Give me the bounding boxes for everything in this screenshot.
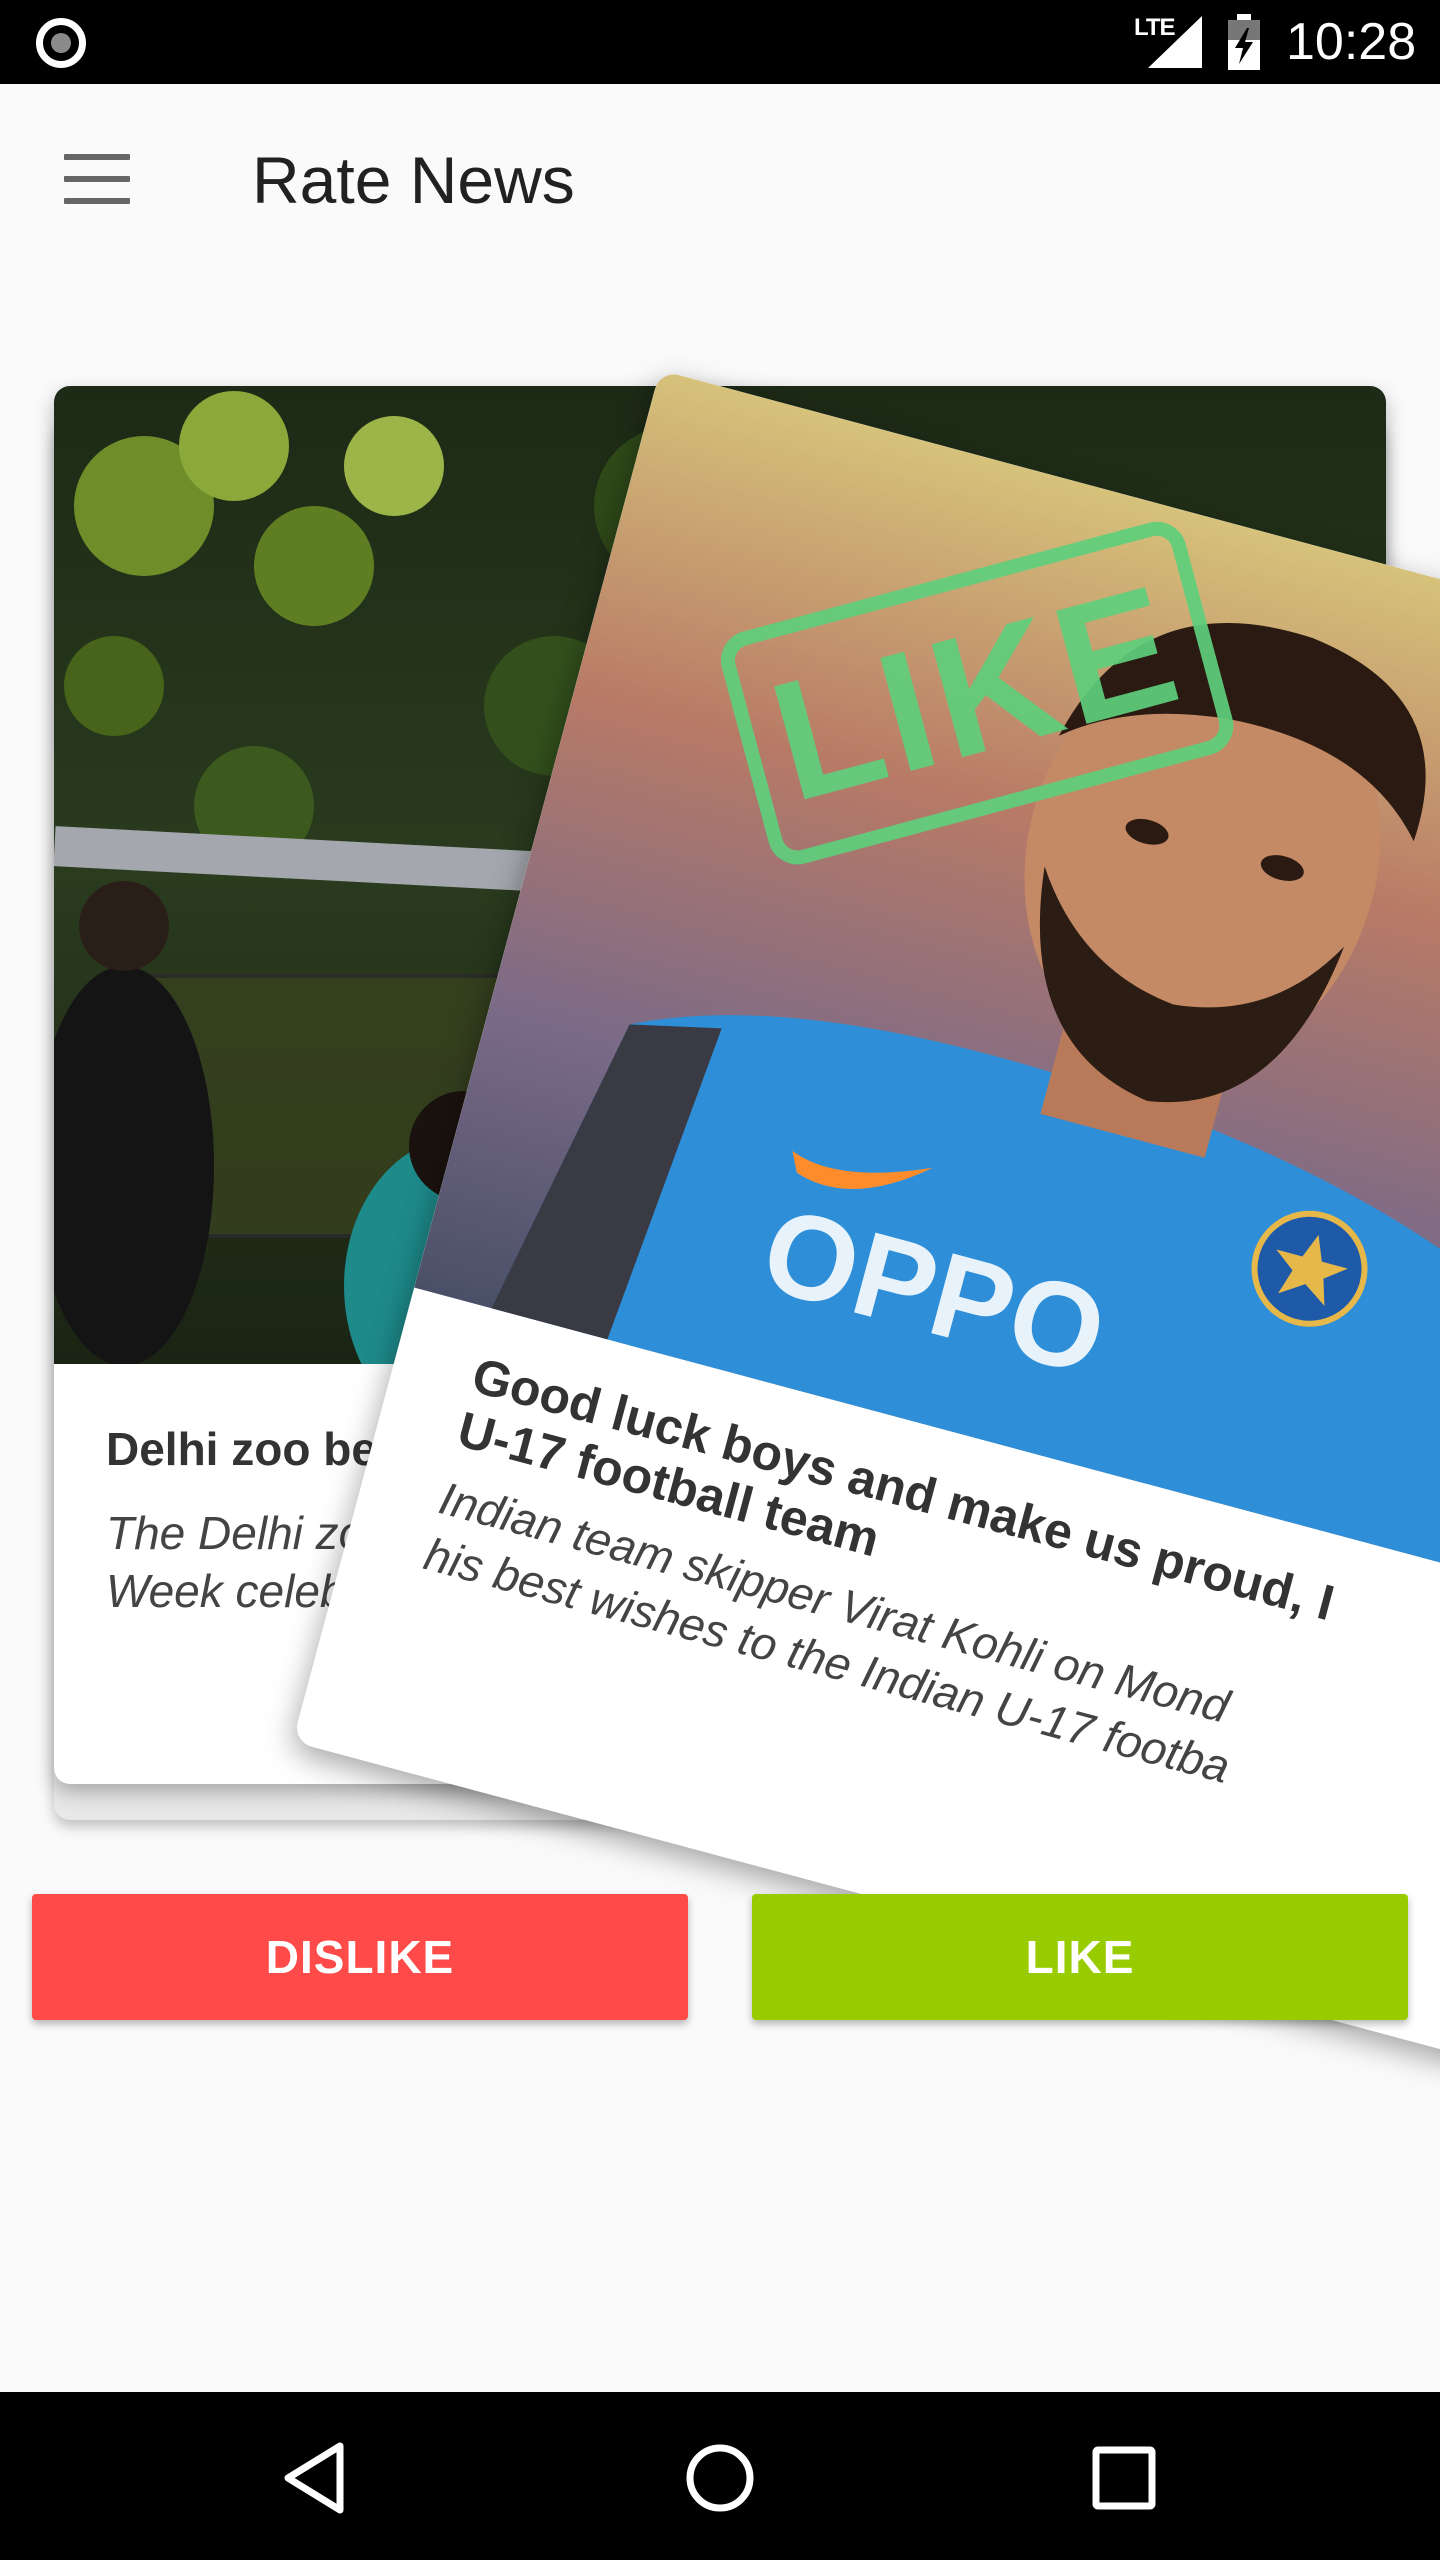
dislike-button[interactable]: DISLIKE — [32, 1894, 688, 2020]
back-icon[interactable] — [266, 2428, 366, 2528]
app-bar: Rate News — [0, 84, 1440, 284]
battery-charging-icon — [1228, 14, 1260, 70]
navigation-bar — [0, 2392, 1440, 2560]
app-screen: LTE 10:28 Rate News Delhi zoo begins Nat… — [0, 0, 1440, 2560]
home-icon[interactable] — [670, 2428, 770, 2528]
page-title: Rate News — [252, 143, 575, 217]
clock: 10:28 — [1286, 13, 1417, 71]
hamburger-menu-icon[interactable] — [44, 136, 154, 236]
record-icon — [36, 18, 86, 68]
recents-icon[interactable] — [1074, 2428, 1174, 2528]
signal-icon — [1148, 16, 1202, 68]
like-button[interactable]: LIKE — [752, 1894, 1408, 2020]
status-bar: LTE 10:28 — [0, 0, 1440, 84]
